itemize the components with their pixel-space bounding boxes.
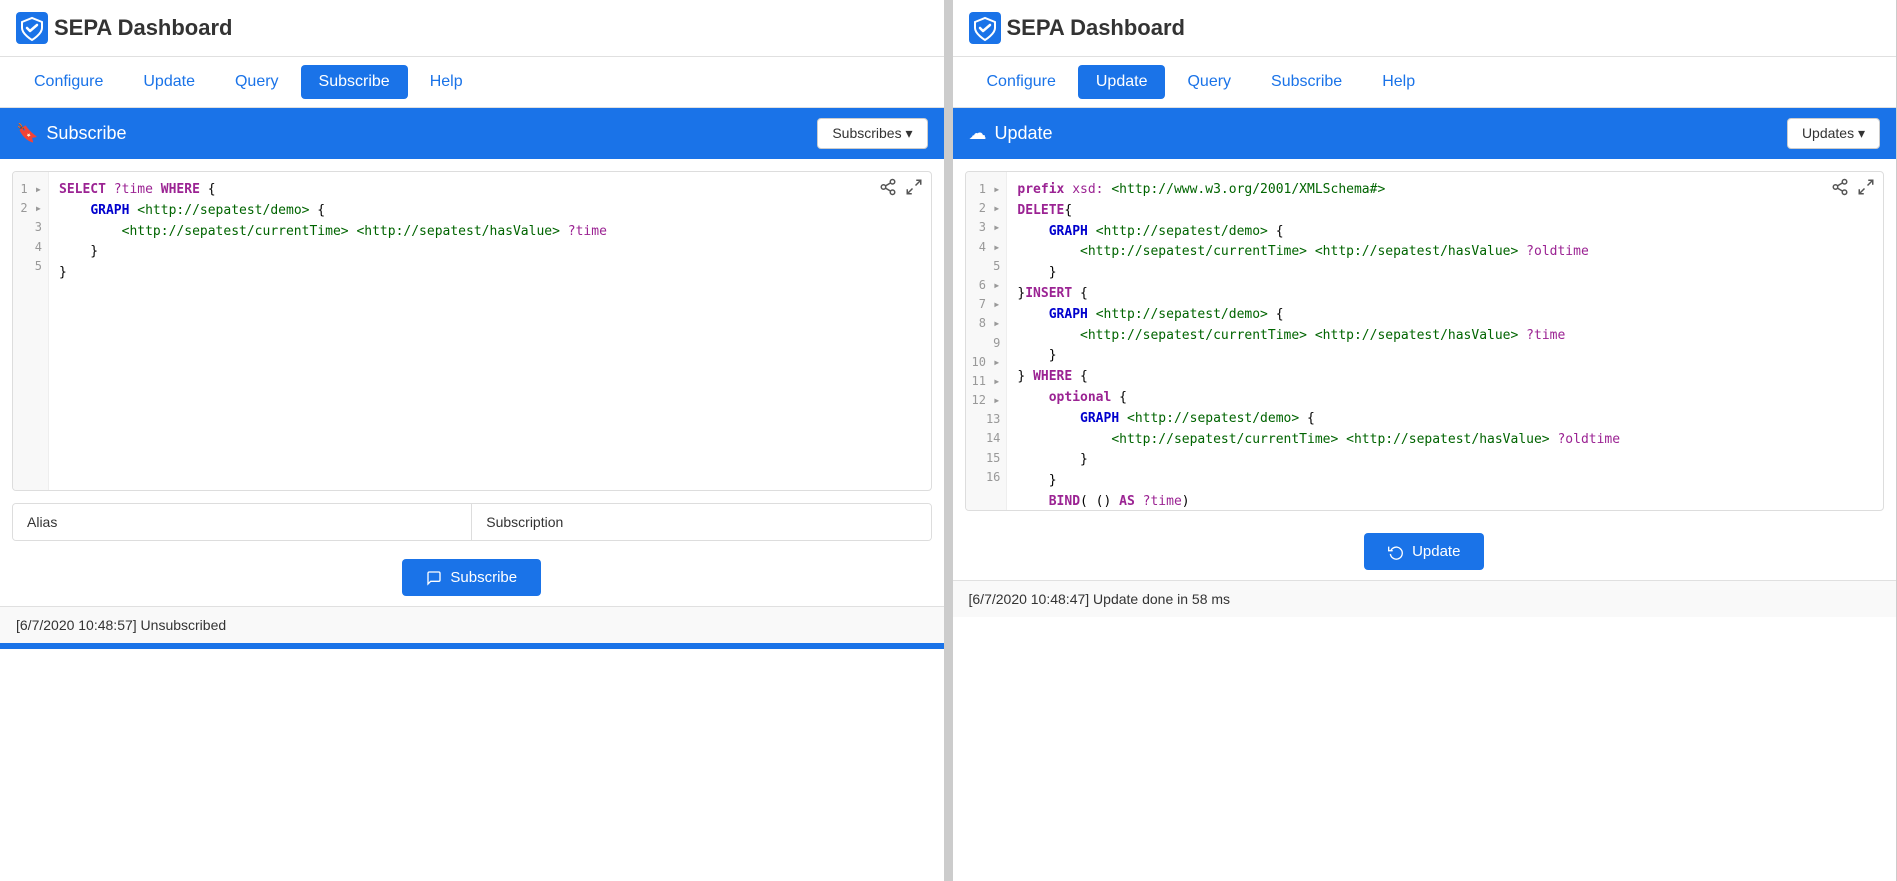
right-code-container: 1 ▸ 2 ▸ 3 ▸ 4 ▸ 5 6 ▸ 7 ▸ 8 ▸ 9 10 ▸ 11 … <box>965 171 1885 511</box>
left-nav-query[interactable]: Query <box>217 65 297 99</box>
left-subscription-tab[interactable]: Subscription <box>472 504 930 540</box>
left-nav-help[interactable]: Help <box>412 65 481 99</box>
right-nav-help[interactable]: Help <box>1364 65 1433 99</box>
right-header: SEPA Dashboard <box>953 0 1897 57</box>
left-nav: Configure Update Query Subscribe Help <box>0 57 944 108</box>
right-updates-dropdown[interactable]: Updates ▾ <box>1787 118 1880 149</box>
left-nav-update[interactable]: Update <box>125 65 213 99</box>
subscribe-icon: 🔖 <box>16 123 38 144</box>
left-action-area: Subscribe <box>0 549 944 606</box>
left-section-header: 🔖 Subscribe Subscribes ▾ <box>0 108 944 159</box>
left-share-btn[interactable] <box>879 178 897 201</box>
right-code-toolbar <box>1831 178 1875 201</box>
right-status-bar: [6/7/2020 10:48:47] Update done in 58 ms <box>953 580 1897 617</box>
right-nav-query[interactable]: Query <box>1169 65 1249 99</box>
left-panel: SEPA Dashboard Configure Update Query Su… <box>0 0 945 881</box>
left-header: SEPA Dashboard <box>0 0 944 57</box>
update-icon: ☁ <box>969 123 987 144</box>
right-action-area: Update <box>953 523 1897 580</box>
right-code-editor[interactable]: 1 ▸ 2 ▸ 3 ▸ 4 ▸ 5 6 ▸ 7 ▸ 8 ▸ 9 10 ▸ 11 … <box>966 172 1884 510</box>
right-line-numbers: 1 ▸ 2 ▸ 3 ▸ 4 ▸ 5 6 ▸ 7 ▸ 8 ▸ 9 10 ▸ 11 … <box>966 172 1008 510</box>
right-update-btn-label: Update <box>1412 543 1460 560</box>
panel-divider[interactable] <box>945 0 953 881</box>
left-code-container: 1 ▸ 2 ▸ 3 4 5 SELECT ?time WHERE { GRAPH… <box>12 171 932 491</box>
left-logo: SEPA Dashboard <box>16 12 232 44</box>
right-status-text: [6/7/2020 10:48:47] Update done in 58 ms <box>969 591 1231 607</box>
left-section-title: 🔖 Subscribe <box>16 123 126 144</box>
left-logo-title: SEPA Dashboard <box>54 15 232 41</box>
right-nav-update[interactable]: Update <box>1078 65 1166 99</box>
right-section-title-text: Update <box>995 123 1053 144</box>
right-section-title: ☁ Update <box>969 123 1053 144</box>
left-status-text: [6/7/2020 10:48:57] Unsubscribed <box>16 617 226 633</box>
left-line-numbers: 1 ▸ 2 ▸ 3 4 5 <box>13 172 49 490</box>
left-section-title-text: Subscribe <box>46 123 126 144</box>
right-nav: Configure Update Query Subscribe Help <box>953 57 1897 108</box>
left-alias-tab[interactable]: Alias <box>13 504 472 540</box>
right-nav-configure[interactable]: Configure <box>969 65 1074 99</box>
left-code-editor[interactable]: 1 ▸ 2 ▸ 3 4 5 SELECT ?time WHERE { GRAPH… <box>13 172 931 490</box>
right-code-lines[interactable]: prefix xsd: <http://www.w3.org/2001/XMLS… <box>1007 172 1883 510</box>
subscribe-btn-icon <box>426 570 442 586</box>
left-status-bar: [6/7/2020 10:48:57] Unsubscribed <box>0 606 944 643</box>
right-logo-title: SEPA Dashboard <box>1007 15 1185 41</box>
right-logo: SEPA Dashboard <box>969 12 1185 44</box>
right-update-button[interactable]: Update <box>1364 533 1484 570</box>
left-fullscreen-btn[interactable] <box>905 178 923 201</box>
update-btn-icon <box>1388 544 1404 560</box>
sepa-logo-icon <box>16 12 48 44</box>
right-nav-subscribe[interactable]: Subscribe <box>1253 65 1360 99</box>
left-code-toolbar <box>879 178 923 201</box>
right-sepa-logo-icon <box>969 12 1001 44</box>
right-fullscreen-btn[interactable] <box>1857 178 1875 201</box>
right-section-header: ☁ Update Updates ▾ <box>953 108 1897 159</box>
right-share-btn[interactable] <box>1831 178 1849 201</box>
left-nav-subscribe[interactable]: Subscribe <box>301 65 408 99</box>
left-subscribes-dropdown[interactable]: Subscribes ▾ <box>817 118 927 149</box>
left-fields: Alias Subscription <box>12 503 932 541</box>
left-subscribe-button[interactable]: Subscribe <box>402 559 541 596</box>
right-panel: SEPA Dashboard Configure Update Query Su… <box>953 0 1897 881</box>
left-code-lines[interactable]: SELECT ?time WHERE { GRAPH <http://sepat… <box>49 172 931 490</box>
left-nav-configure[interactable]: Configure <box>16 65 121 99</box>
left-subscribe-btn-label: Subscribe <box>450 569 517 586</box>
left-bottom-bar <box>0 643 944 649</box>
